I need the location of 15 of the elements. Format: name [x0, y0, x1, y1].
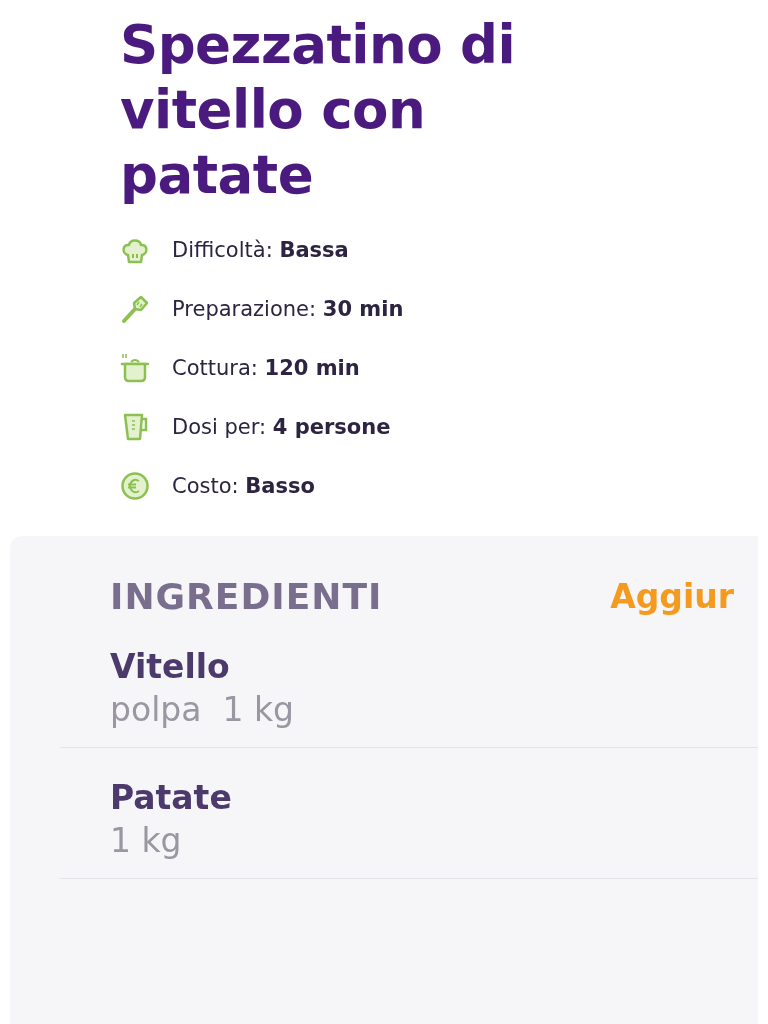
- ingredient-quantity: 1 kg: [110, 821, 183, 860]
- info-text: Difficoltà: Bassa: [172, 238, 349, 262]
- euro-coin-icon: [120, 471, 150, 501]
- info-text: Cottura: 120 min: [172, 356, 360, 380]
- info-text: Costo: Basso: [172, 474, 315, 498]
- info-text: Dosi per: 4 persone: [172, 415, 391, 439]
- ingredient-name: Patate: [110, 778, 233, 817]
- section-heading: INGREDIENTI: [110, 576, 383, 617]
- pot-icon: [120, 353, 150, 383]
- info-text: Preparazione: 30 min: [172, 297, 404, 321]
- ingredient-quantity: polpa 1 kg: [110, 690, 295, 729]
- recipe-title: Spezzatino di vitello con patate: [119, 13, 517, 207]
- add-link[interactable]: Aggiur: [610, 577, 734, 616]
- spatula-icon: [120, 294, 150, 324]
- ingredient-name: Vitello: [110, 647, 231, 686]
